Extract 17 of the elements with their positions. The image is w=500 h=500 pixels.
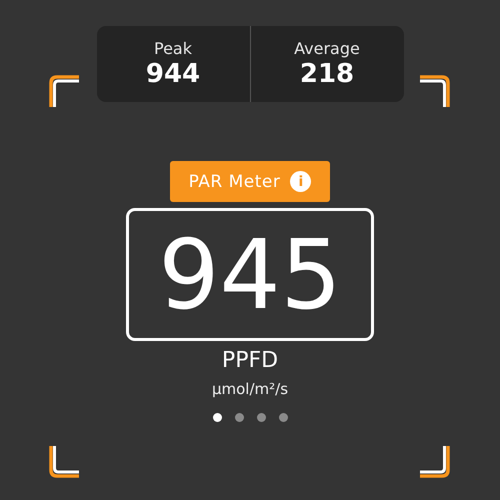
frame-corner-icon xyxy=(49,75,79,107)
info-icon[interactable]: i xyxy=(290,171,312,192)
page-dot[interactable] xyxy=(212,413,222,422)
frame-corner-icon xyxy=(420,75,450,107)
quantity-label: PPFD xyxy=(222,347,278,375)
page-dot[interactable] xyxy=(278,413,288,422)
frame-corner-icon xyxy=(49,446,79,478)
frame-corner-icon xyxy=(420,446,450,478)
stat-label: Average xyxy=(294,39,360,59)
page-dot[interactable] xyxy=(256,413,266,422)
par-meter-badge[interactable]: PAR Meter i xyxy=(170,161,330,202)
reading-value: 945 xyxy=(158,224,342,324)
stat-value: 944 xyxy=(146,59,200,89)
page-dot[interactable] xyxy=(234,413,244,422)
stat-label: Peak xyxy=(154,39,192,59)
stat-value: 218 xyxy=(300,59,354,89)
unit-label: µmol/m²/s xyxy=(212,379,288,399)
